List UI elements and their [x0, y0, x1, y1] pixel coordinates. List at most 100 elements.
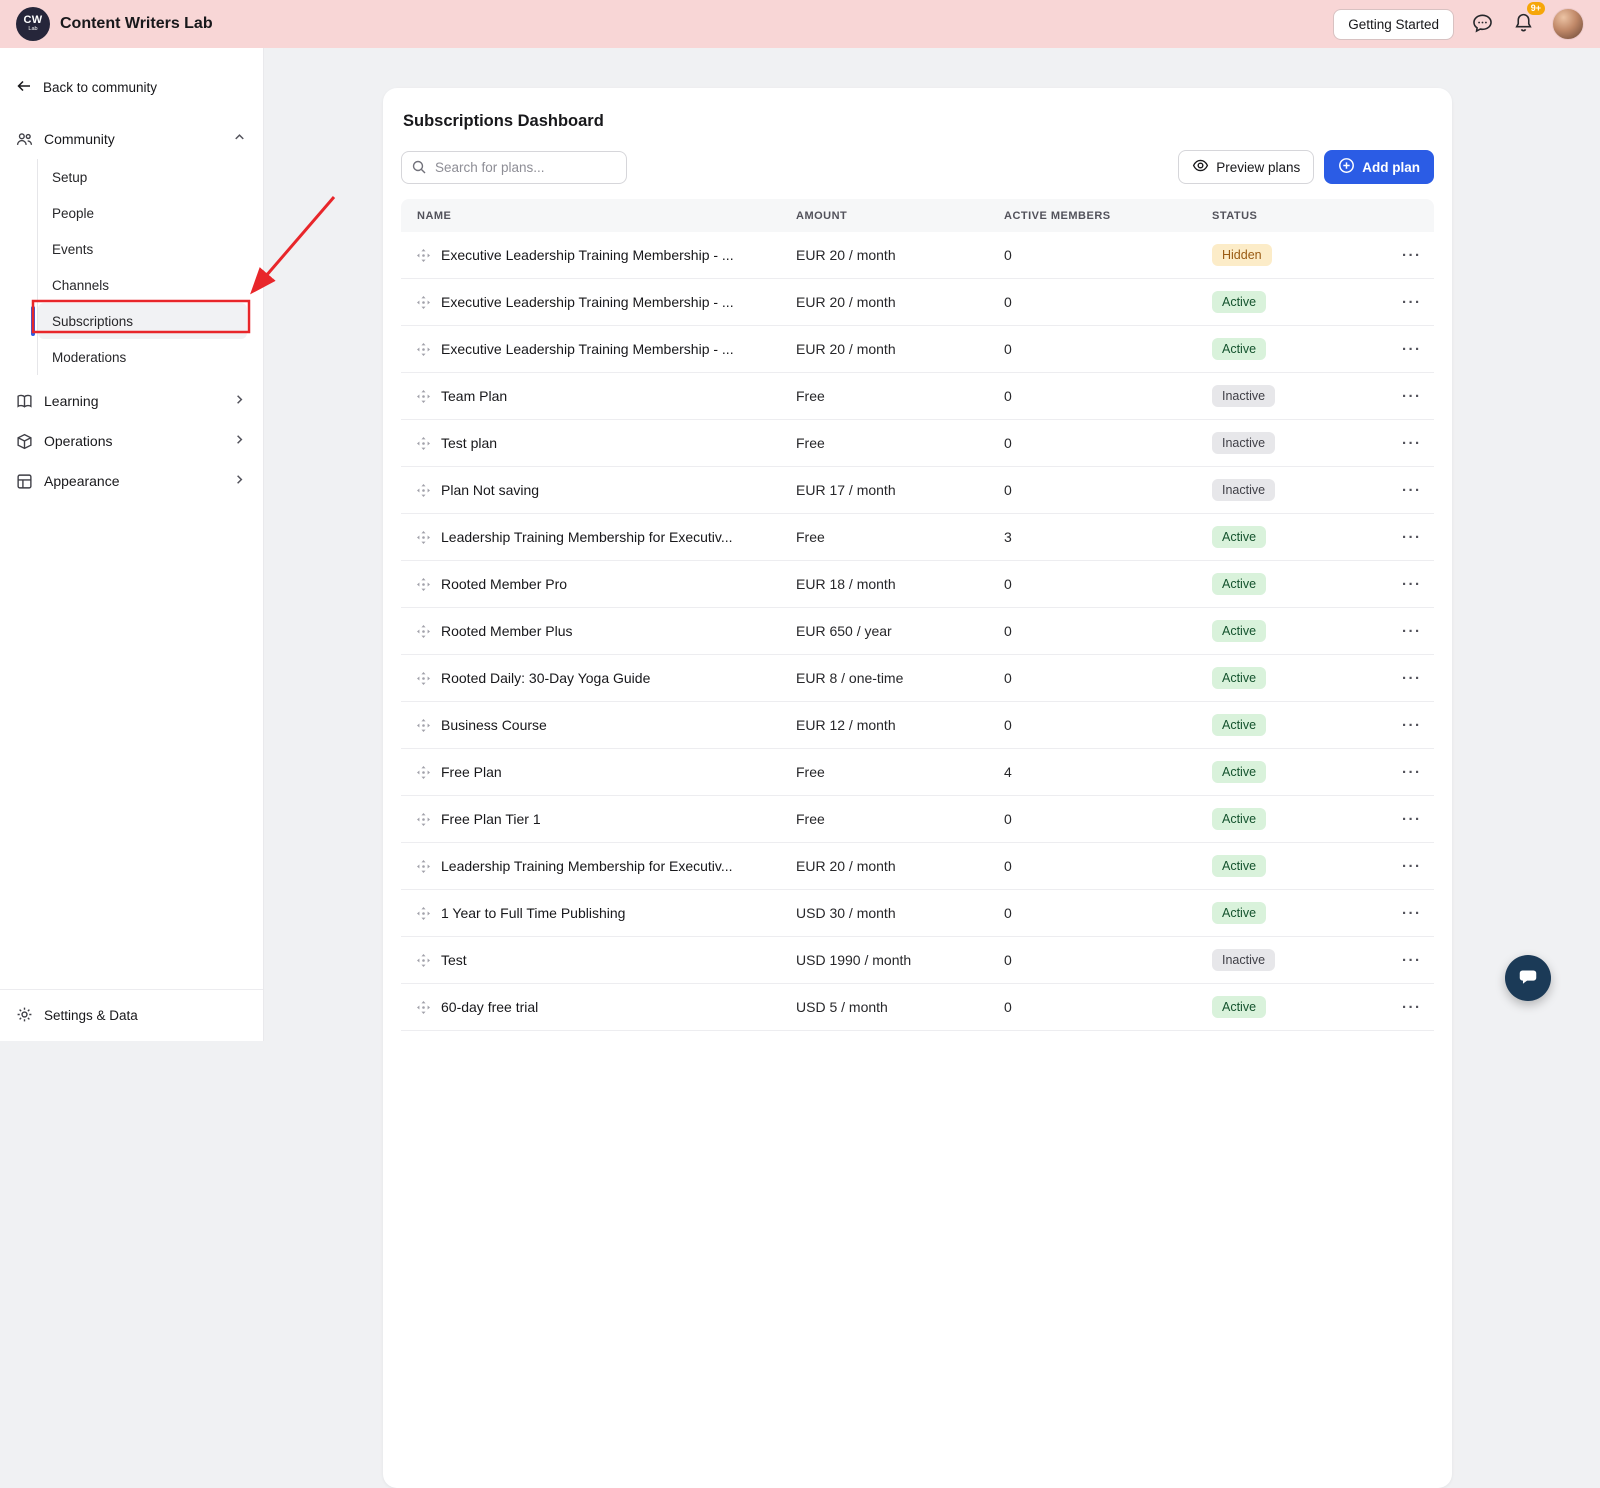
table-row[interactable]: Rooted Member Pro EUR 18 / month 0 Activ… [401, 561, 1434, 608]
row-menu-button[interactable]: ··· [1402, 811, 1422, 828]
plan-amount: EUR 8 / one-time [780, 670, 988, 686]
getting-started-button[interactable]: Getting Started [1333, 9, 1454, 40]
drag-handle-icon[interactable] [417, 672, 430, 685]
drag-handle-icon[interactable] [417, 249, 430, 262]
drag-handle-icon[interactable] [417, 907, 430, 920]
drag-handle-icon[interactable] [417, 1001, 430, 1014]
drag-handle-icon[interactable] [417, 766, 430, 779]
drag-handle-icon[interactable] [417, 860, 430, 873]
row-menu-button[interactable]: ··· [1402, 952, 1422, 969]
plan-name: Leadership Training Membership for Execu… [441, 858, 733, 874]
table-row[interactable]: 1 Year to Full Time Publishing USD 30 / … [401, 890, 1434, 937]
sidebar-item-subscriptions[interactable]: Subscriptions [38, 303, 247, 339]
page-title: Subscriptions Dashboard [401, 106, 1434, 131]
drag-handle-icon[interactable] [417, 578, 430, 591]
table-row[interactable]: Test plan Free 0 Inactive ··· [401, 420, 1434, 467]
sidebar-group-community[interactable]: Community [0, 119, 263, 159]
plan-name: Rooted Member Pro [441, 576, 567, 592]
add-plan-label: Add plan [1362, 160, 1420, 175]
table-row[interactable]: Business Course EUR 12 / month 0 Active … [401, 702, 1434, 749]
drag-handle-icon[interactable] [417, 484, 430, 497]
add-plan-button[interactable]: Add plan [1324, 150, 1434, 184]
row-menu-button[interactable]: ··· [1402, 764, 1422, 781]
community-logo[interactable]: CW Lab [16, 7, 50, 41]
row-menu-button[interactable]: ··· [1402, 858, 1422, 875]
sidebar-item-moderations[interactable]: Moderations [38, 339, 247, 375]
plan-active-members: 0 [988, 952, 1196, 968]
toolbar: Preview plans Add plan [401, 150, 1434, 184]
drag-handle-icon[interactable] [417, 296, 430, 309]
plus-circle-icon [1338, 157, 1355, 177]
search-input[interactable] [401, 151, 627, 184]
status-badge: Active [1212, 291, 1266, 313]
status-badge: Active [1212, 996, 1266, 1018]
plan-amount: USD 30 / month [780, 905, 988, 921]
plan-amount: USD 5 / month [780, 999, 988, 1015]
row-menu-button[interactable]: ··· [1402, 482, 1422, 499]
sidebar-group-learning[interactable]: Learning [0, 381, 263, 421]
drag-handle-icon[interactable] [417, 437, 430, 450]
drag-handle-icon[interactable] [417, 343, 430, 356]
status-badge: Inactive [1212, 432, 1275, 454]
chevron-up-icon [232, 130, 247, 148]
row-menu-button[interactable]: ··· [1402, 341, 1422, 358]
table-row[interactable]: Test USD 1990 / month 0 Inactive ··· [401, 937, 1434, 984]
logo-text: CW [24, 15, 43, 26]
gear-icon [16, 1006, 33, 1026]
drag-handle-icon[interactable] [417, 719, 430, 732]
plan-active-members: 0 [988, 858, 1196, 874]
sidebar-item-events[interactable]: Events [38, 231, 247, 267]
plan-amount: Free [780, 811, 988, 827]
plan-name: Business Course [441, 717, 547, 733]
community-icon [16, 131, 33, 148]
drag-handle-icon[interactable] [417, 625, 430, 638]
row-menu-button[interactable]: ··· [1402, 717, 1422, 734]
table-row[interactable]: Team Plan Free 0 Inactive ··· [401, 373, 1434, 420]
column-header-name: NAME [401, 210, 780, 222]
row-menu-button[interactable]: ··· [1402, 670, 1422, 687]
row-menu-button[interactable]: ··· [1402, 294, 1422, 311]
table-row[interactable]: Free Plan Tier 1 Free 0 Active ··· [401, 796, 1434, 843]
row-menu-button[interactable]: ··· [1402, 247, 1422, 264]
plan-active-members: 0 [988, 388, 1196, 404]
row-menu-button[interactable]: ··· [1402, 388, 1422, 405]
notifications-button[interactable]: 9+ [1511, 10, 1536, 38]
table-row[interactable]: Executive Leadership Training Membership… [401, 326, 1434, 373]
drag-handle-icon[interactable] [417, 954, 430, 967]
sidebar-group-operations[interactable]: Operations [0, 421, 263, 461]
notification-count-badge: 9+ [1527, 2, 1545, 15]
sidebar-item-setup[interactable]: Setup [38, 159, 247, 195]
sidebar-item-people[interactable]: People [38, 195, 247, 231]
group-label-operations: Operations [44, 433, 112, 449]
status-badge: Active [1212, 620, 1266, 642]
table-row[interactable]: 60-day free trial USD 5 / month 0 Active… [401, 984, 1434, 1031]
back-to-community-link[interactable]: Back to community [0, 48, 263, 109]
row-menu-button[interactable]: ··· [1402, 529, 1422, 546]
user-avatar[interactable] [1552, 8, 1584, 40]
community-sub-list: Setup People Events Channels Subscriptio… [37, 159, 247, 375]
row-menu-button[interactable]: ··· [1402, 623, 1422, 640]
preview-plans-button[interactable]: Preview plans [1178, 150, 1314, 184]
row-menu-button[interactable]: ··· [1402, 435, 1422, 452]
row-menu-button[interactable]: ··· [1402, 999, 1422, 1016]
settings-and-data-link[interactable]: Settings & Data [0, 989, 263, 1041]
table-row[interactable]: Executive Leadership Training Membership… [401, 279, 1434, 326]
drag-handle-icon[interactable] [417, 390, 430, 403]
drag-handle-icon[interactable] [417, 531, 430, 544]
sidebar-group-appearance[interactable]: Appearance [0, 461, 263, 501]
table-row[interactable]: Plan Not saving EUR 17 / month 0 Inactiv… [401, 467, 1434, 514]
table-row[interactable]: Rooted Daily: 30-Day Yoga Guide EUR 8 / … [401, 655, 1434, 702]
table-row[interactable]: Executive Leadership Training Membership… [401, 232, 1434, 279]
messages-button[interactable] [1470, 10, 1495, 38]
table-row[interactable]: Leadership Training Membership for Execu… [401, 843, 1434, 890]
row-menu-button[interactable]: ··· [1402, 905, 1422, 922]
table-row[interactable]: Rooted Member Plus EUR 650 / year 0 Acti… [401, 608, 1434, 655]
table-row[interactable]: Free Plan Free 4 Active ··· [401, 749, 1434, 796]
sidebar: Back to community Community Setup [0, 48, 264, 1041]
sidebar-item-channels[interactable]: Channels [38, 267, 247, 303]
drag-handle-icon[interactable] [417, 813, 430, 826]
table-row[interactable]: Leadership Training Membership for Execu… [401, 514, 1434, 561]
row-menu-button[interactable]: ··· [1402, 576, 1422, 593]
chat-widget-button[interactable] [1505, 955, 1551, 1001]
group-label-learning: Learning [44, 393, 99, 409]
